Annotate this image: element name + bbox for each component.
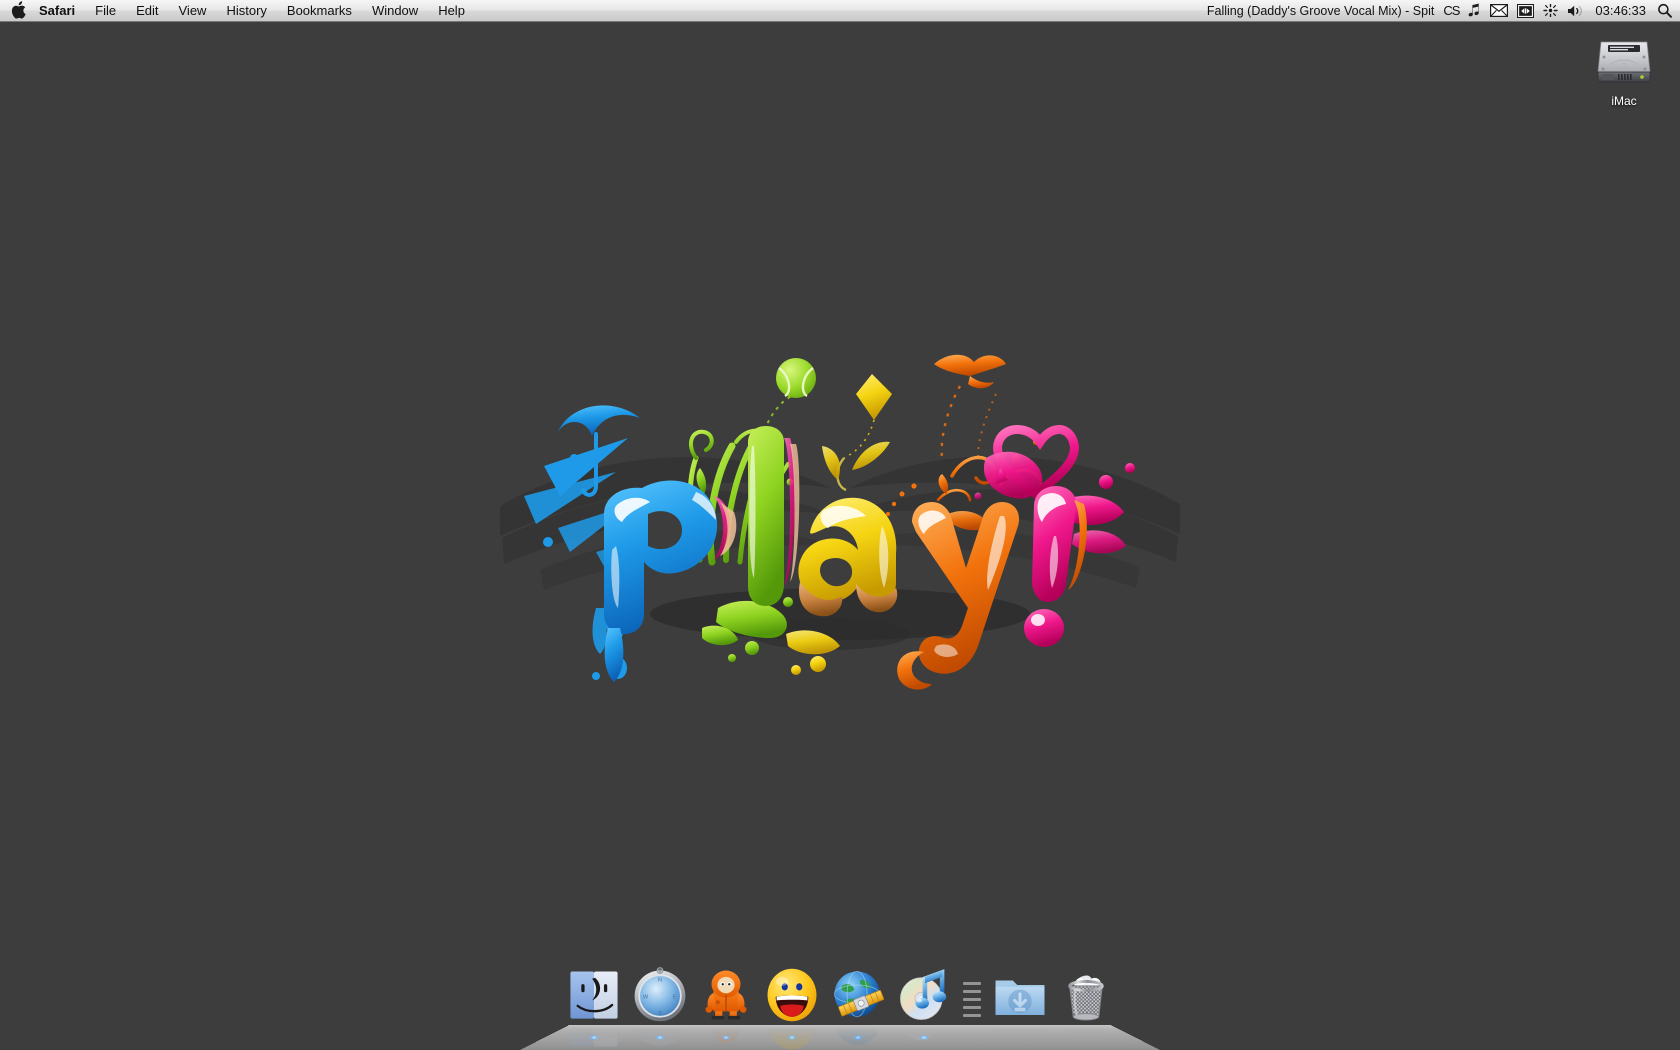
dock-item-transmit[interactable] <box>827 966 889 1045</box>
running-indicator <box>721 1035 731 1040</box>
running-indicator <box>589 1035 599 1040</box>
menu-item-file[interactable]: File <box>85 0 126 21</box>
dock-separator <box>959 966 985 1028</box>
menu-item-bookmarks[interactable]: Bookmarks <box>277 0 362 21</box>
running-indicator <box>787 1035 797 1040</box>
kite-shape <box>836 374 892 492</box>
umbrella-shape <box>558 405 640 497</box>
volume-icon[interactable] <box>1567 1 1584 21</box>
envelope-icon[interactable] <box>1490 1 1509 21</box>
display-mirroring-icon[interactable] <box>1517 1 1535 21</box>
svg-text:S: S <box>658 1011 662 1017</box>
dock-item-itunes[interactable] <box>893 966 955 1041</box>
menu-item-view[interactable]: View <box>169 0 217 21</box>
dock-item-finder[interactable] <box>563 966 625 1047</box>
heart-shape <box>993 425 1079 500</box>
play-word <box>604 426 1087 690</box>
music-note-icon[interactable] <box>1468 1 1481 21</box>
dock-item-kenny[interactable] <box>695 966 757 1043</box>
cs-status-icon[interactable]: CS <box>1443 1 1460 21</box>
running-indicator <box>655 1035 665 1040</box>
bird-shape <box>934 354 1006 389</box>
svg-text:E: E <box>673 995 677 1001</box>
hard-drive-icon[interactable] <box>1592 28 1656 92</box>
dock-item-yahoo-messenger[interactable] <box>761 966 823 1050</box>
menu-bar: Safari File Edit View History Bookmarks … <box>0 0 1680 22</box>
dock-item-downloads[interactable] <box>989 966 1051 1032</box>
menu-item-history[interactable]: History <box>216 0 276 21</box>
running-indicator <box>919 1035 929 1040</box>
tennis-ball-shape <box>776 358 816 398</box>
svg-text:W: W <box>643 995 649 1001</box>
menu-bar-clock[interactable]: 03:46:33 <box>1593 3 1648 18</box>
menu-bar-left: Safari File Edit View History Bookmarks … <box>0 0 475 21</box>
desktop-screen: Safari File Edit View History Bookmarks … <box>0 0 1680 1050</box>
dock-item-safari[interactable]: N E S W <box>629 966 691 1047</box>
airport-icon[interactable] <box>1543 1 1559 21</box>
dock-shelf <box>520 1024 1160 1050</box>
svg-text:N: N <box>658 977 662 983</box>
menu-item-safari[interactable]: Safari <box>29 0 85 21</box>
search-icon[interactable] <box>1657 1 1672 21</box>
dock-item-trash[interactable] <box>1055 966 1117 1033</box>
desktop-icon-imac[interactable]: iMac <box>1584 22 1664 108</box>
menu-bar-status-area: Falling (Daddy's Groove Vocal Mix) - Spi… <box>1207 1 1680 21</box>
apple-logo-icon[interactable] <box>10 0 27 21</box>
dock-items: N E S W <box>520 956 1160 1050</box>
menu-item-help[interactable]: Help <box>428 0 475 21</box>
now-playing-text[interactable]: Falling (Daddy's Groove Vocal Mix) - Spi… <box>1207 4 1434 18</box>
running-indicator <box>853 1035 863 1040</box>
desktop-wallpaper <box>0 22 1680 1050</box>
dock[interactable]: N E S W <box>520 954 1160 1050</box>
menu-item-window[interactable]: Window <box>362 0 428 21</box>
desktop-icon-label: iMac <box>1611 94 1637 108</box>
menu-item-edit[interactable]: Edit <box>126 0 168 21</box>
wallpaper-artwork <box>500 346 1180 726</box>
